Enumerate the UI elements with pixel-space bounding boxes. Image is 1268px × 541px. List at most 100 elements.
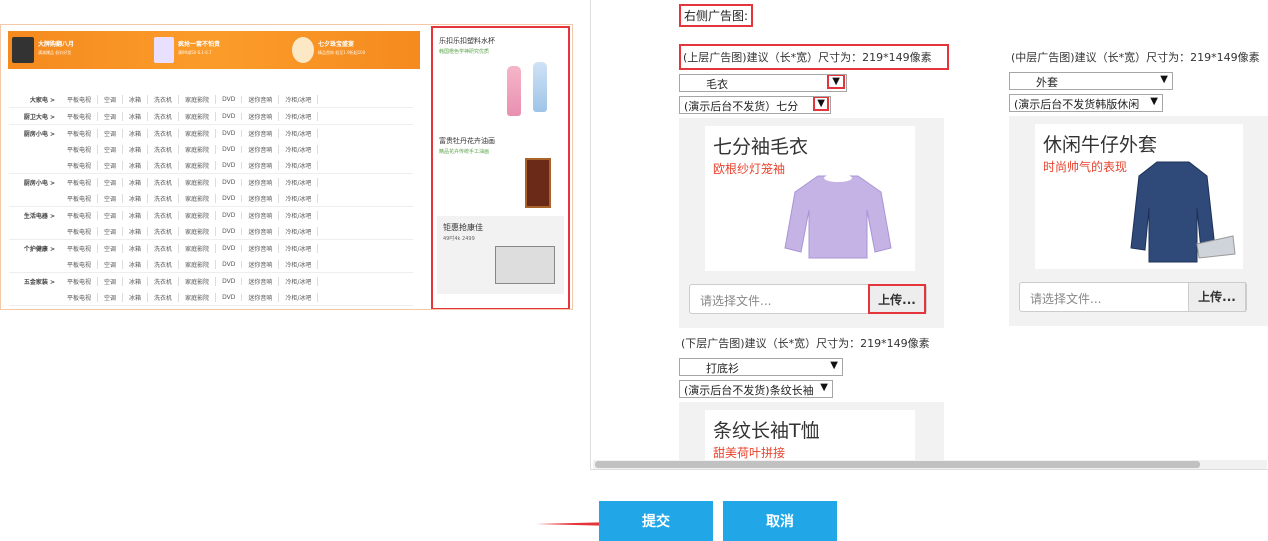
category-name[interactable]: 个护健康 > xyxy=(9,240,61,253)
category-link[interactable]: 冰箱 xyxy=(123,94,149,104)
category-link[interactable]: 冷柜/冰吧 xyxy=(279,177,319,187)
category-link[interactable]: DVD xyxy=(216,112,243,120)
category-link[interactable]: 冷柜/冰吧 xyxy=(279,276,319,286)
category-link[interactable]: 迷你音响 xyxy=(242,160,280,170)
category-link[interactable]: 家庭影院 xyxy=(179,292,217,302)
category-link[interactable]: 冰箱 xyxy=(123,160,149,170)
category-link[interactable]: 空调 xyxy=(98,276,124,286)
category-link[interactable]: 迷你音响 xyxy=(242,210,280,220)
category-name[interactable]: 生活电器 > xyxy=(9,207,61,220)
category-link[interactable]: DVD xyxy=(216,211,243,219)
category-link[interactable]: 家庭影院 xyxy=(179,111,217,121)
dropdown-arrow-icon[interactable]: ▼ xyxy=(827,75,845,89)
scrollbar-thumb[interactable] xyxy=(595,461,1200,468)
category-link[interactable]: 洗衣机 xyxy=(148,128,180,138)
category-link[interactable]: 平板电视 xyxy=(61,177,99,187)
category-link[interactable]: 空调 xyxy=(98,210,124,220)
category-link[interactable]: 平板电视 xyxy=(61,276,99,286)
category-link[interactable]: 空调 xyxy=(98,193,124,203)
category-name[interactable]: 厨卫大电 > xyxy=(9,108,61,121)
category-link[interactable]: 家庭影院 xyxy=(179,177,217,187)
category-link[interactable]: 洗衣机 xyxy=(148,226,180,236)
category-link[interactable]: 家庭影院 xyxy=(179,276,217,286)
category-link[interactable]: 空调 xyxy=(98,160,124,170)
category-link[interactable]: DVD xyxy=(216,293,243,301)
lower-product-select[interactable]: (演示后台不发货)条纹长袖 ▼ xyxy=(679,380,833,398)
middle-upload-button[interactable]: 上传... xyxy=(1188,282,1246,312)
category-link[interactable]: 空调 xyxy=(98,128,124,138)
upper-upload-button[interactable]: 上传... xyxy=(868,284,926,314)
category-link[interactable]: 家庭影院 xyxy=(179,243,217,253)
middle-file-upload[interactable]: 请选择文件... 上传... xyxy=(1019,282,1247,312)
category-link[interactable]: 平板电视 xyxy=(61,259,99,269)
category-link[interactable]: 冷柜/冰吧 xyxy=(279,160,319,170)
category-link[interactable]: DVD xyxy=(216,260,243,268)
submit-button[interactable]: 提交 xyxy=(599,501,713,541)
category-link[interactable]: 洗衣机 xyxy=(148,276,180,286)
category-link[interactable]: DVD xyxy=(216,244,243,252)
category-link[interactable]: 洗衣机 xyxy=(148,292,180,302)
category-link[interactable]: 空调 xyxy=(98,177,124,187)
category-link[interactable]: 冰箱 xyxy=(123,128,149,138)
category-link[interactable]: 迷你音响 xyxy=(242,226,280,236)
category-link[interactable]: DVD xyxy=(216,129,243,137)
category-link[interactable]: DVD xyxy=(216,227,243,235)
category-link[interactable]: 平板电视 xyxy=(61,243,99,253)
category-link[interactable]: 平板电视 xyxy=(61,94,99,104)
category-link[interactable]: 冷柜/冰吧 xyxy=(279,128,319,138)
category-link[interactable]: 平板电视 xyxy=(61,292,99,302)
category-link[interactable]: 空调 xyxy=(98,144,124,154)
category-link[interactable]: 洗衣机 xyxy=(148,243,180,253)
category-link[interactable]: 迷你音响 xyxy=(242,144,280,154)
category-link[interactable]: DVD xyxy=(216,178,243,186)
category-link[interactable]: 洗衣机 xyxy=(148,259,180,269)
category-link[interactable]: 冷柜/冰吧 xyxy=(279,226,319,236)
category-link[interactable]: 冰箱 xyxy=(123,276,149,286)
category-link[interactable]: 空调 xyxy=(98,94,124,104)
category-link[interactable]: 平板电视 xyxy=(61,226,99,236)
upper-product-select[interactable]: (演示后台不发货）七分 ▼ xyxy=(679,96,831,114)
category-link[interactable]: 洗衣机 xyxy=(148,94,180,104)
category-link[interactable]: 洗衣机 xyxy=(148,160,180,170)
category-name[interactable]: 大家电 > xyxy=(9,91,61,104)
category-link[interactable]: 家庭影院 xyxy=(179,128,217,138)
category-link[interactable]: 家庭影院 xyxy=(179,259,217,269)
category-link[interactable]: 冷柜/冰吧 xyxy=(279,210,319,220)
category-link[interactable]: 冰箱 xyxy=(123,177,149,187)
dropdown-arrow-icon[interactable]: ▼ xyxy=(820,382,828,393)
category-link[interactable]: 冷柜/冰吧 xyxy=(279,94,319,104)
category-link[interactable]: 家庭影院 xyxy=(179,94,217,104)
category-link[interactable]: DVD xyxy=(216,277,243,285)
category-link[interactable]: 平板电视 xyxy=(61,193,99,203)
category-link[interactable]: 迷你音响 xyxy=(242,243,280,253)
category-link[interactable]: 冷柜/冰吧 xyxy=(279,111,319,121)
category-link[interactable]: 洗衣机 xyxy=(148,193,180,203)
category-link[interactable]: 冰箱 xyxy=(123,292,149,302)
category-link[interactable]: 空调 xyxy=(98,226,124,236)
category-link[interactable]: 冰箱 xyxy=(123,243,149,253)
category-link[interactable]: 冷柜/冰吧 xyxy=(279,292,319,302)
category-link[interactable]: 家庭影院 xyxy=(179,193,217,203)
category-link[interactable]: 洗衣机 xyxy=(148,144,180,154)
category-link[interactable]: 冰箱 xyxy=(123,144,149,154)
category-link[interactable]: 家庭影院 xyxy=(179,210,217,220)
horizontal-scrollbar[interactable] xyxy=(593,460,1267,469)
category-link[interactable]: 冰箱 xyxy=(123,226,149,236)
category-link[interactable]: 平板电视 xyxy=(61,160,99,170)
category-link[interactable]: 冰箱 xyxy=(123,111,149,121)
category-link[interactable]: 冰箱 xyxy=(123,210,149,220)
cancel-button[interactable]: 取消 xyxy=(723,501,837,541)
category-link[interactable]: 冷柜/冰吧 xyxy=(279,259,319,269)
upper-category-select[interactable]: 毛衣 ▼ xyxy=(679,74,847,92)
category-link[interactable]: 家庭影院 xyxy=(179,160,217,170)
category-link[interactable]: 空调 xyxy=(98,259,124,269)
dropdown-arrow-icon[interactable]: ▼ xyxy=(1150,96,1158,107)
dropdown-arrow-icon[interactable]: ▼ xyxy=(1160,74,1168,85)
category-link[interactable]: 平板电视 xyxy=(61,210,99,220)
category-link[interactable]: 迷你音响 xyxy=(242,292,280,302)
category-link[interactable]: DVD xyxy=(216,95,243,103)
category-link[interactable]: 冰箱 xyxy=(123,193,149,203)
category-link[interactable]: 洗衣机 xyxy=(148,111,180,121)
category-link[interactable]: 冷柜/冰吧 xyxy=(279,144,319,154)
dropdown-arrow-icon[interactable]: ▼ xyxy=(830,360,838,371)
